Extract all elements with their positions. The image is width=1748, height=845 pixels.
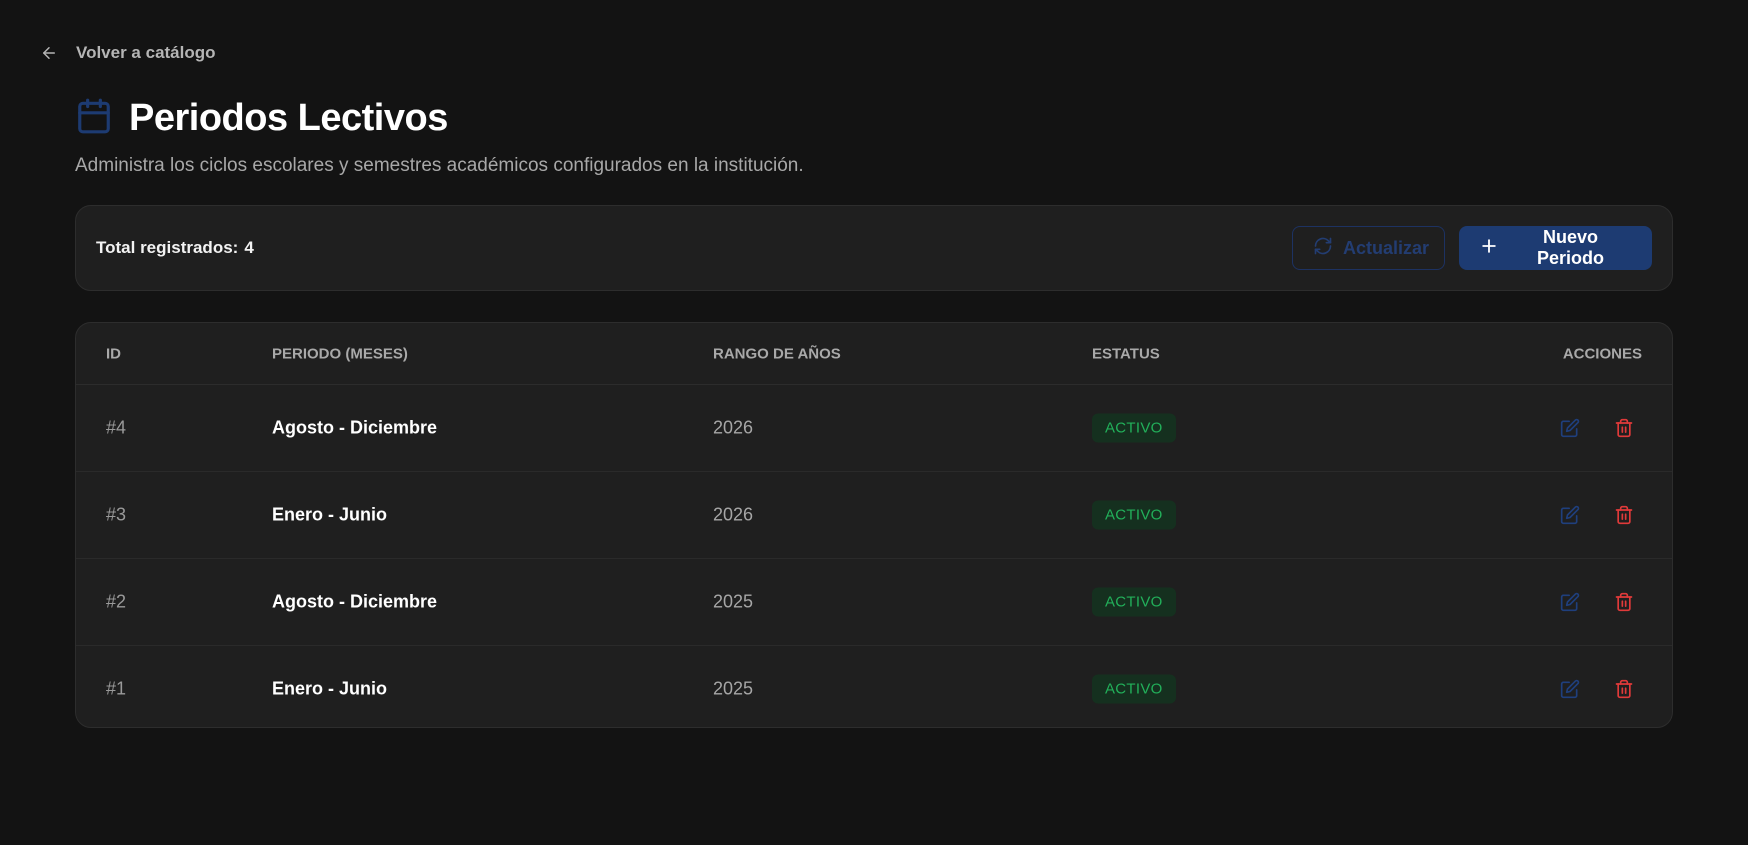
status-badge: ACTIVO — [1092, 587, 1176, 617]
refresh-icon — [1313, 236, 1333, 261]
total-label: Total registrados: — [96, 238, 239, 257]
edit-icon[interactable] — [1560, 418, 1580, 438]
column-header-status: ESTATUS — [1092, 345, 1160, 362]
periods-table: ID PERIODO (MESES) RANGO DE AÑOS ESTATUS… — [75, 322, 1673, 728]
row-range: 2025 — [713, 678, 754, 699]
trash-icon[interactable] — [1614, 505, 1634, 525]
row-period: Agosto - Diciembre — [272, 417, 438, 438]
back-to-catalog-link[interactable]: Volver a catálogo — [40, 40, 216, 66]
column-header-id: ID — [106, 345, 121, 362]
toolbar: Total registrados: 4 Actualizar Nuevo Pe… — [75, 205, 1673, 291]
row-actions — [1560, 679, 1634, 699]
plus-icon — [1479, 236, 1499, 261]
trash-icon[interactable] — [1614, 679, 1634, 699]
new-period-button[interactable]: Nuevo Periodo — [1459, 226, 1652, 270]
row-status: ACTIVO — [1092, 500, 1176, 530]
status-badge: ACTIVO — [1092, 413, 1176, 443]
row-period: Agosto - Diciembre — [272, 591, 438, 612]
total-count: Total registrados: 4 — [96, 238, 254, 258]
column-header-actions: ACCIONES — [1562, 345, 1642, 362]
page-title: Periodos Lectivos — [129, 97, 448, 139]
row-range: 2026 — [713, 417, 754, 438]
row-actions — [1560, 418, 1634, 438]
calendar-icon — [75, 96, 113, 141]
column-header-period: PERIODO (MESES) — [272, 345, 408, 362]
page-subtitle: Administra los ciclos escolares y semest… — [75, 155, 804, 176]
total-value: 4 — [244, 238, 254, 257]
row-range: 2025 — [713, 591, 754, 612]
row-id: #3 — [106, 504, 127, 525]
table-row: #2 Agosto - Diciembre 2025 ACTIVO — [76, 559, 1672, 646]
status-badge: ACTIVO — [1092, 500, 1176, 530]
title-row: Periodos Lectivos — [75, 96, 804, 141]
row-actions — [1560, 505, 1634, 525]
trash-icon[interactable] — [1614, 418, 1634, 438]
row-status: ACTIVO — [1092, 413, 1176, 443]
arrow-left-icon — [40, 44, 58, 62]
trash-icon[interactable] — [1614, 592, 1634, 612]
row-period: Enero - Junio — [272, 678, 388, 699]
toolbar-actions: Actualizar Nuevo Periodo — [1292, 226, 1652, 270]
row-actions — [1560, 592, 1634, 612]
edit-icon[interactable] — [1560, 679, 1580, 699]
row-id: #1 — [106, 678, 127, 699]
table-row: #1 Enero - Junio 2025 ACTIVO — [76, 646, 1672, 727]
new-period-button-label: Nuevo Periodo — [1536, 227, 1604, 268]
table-header: ID PERIODO (MESES) RANGO DE AÑOS ESTATUS… — [76, 323, 1672, 385]
column-header-range: RANGO DE AÑOS — [713, 345, 841, 362]
row-period: Enero - Junio — [272, 504, 388, 525]
row-status: ACTIVO — [1092, 587, 1176, 617]
refresh-button-label: Actualizar — [1343, 237, 1430, 258]
edit-icon[interactable] — [1560, 505, 1580, 525]
row-status: ACTIVO — [1092, 674, 1176, 704]
row-id: #2 — [106, 591, 127, 612]
row-id: #4 — [106, 417, 127, 438]
row-range: 2026 — [713, 504, 754, 525]
status-badge: ACTIVO — [1092, 674, 1176, 704]
back-link-label: Volver a catálogo — [76, 43, 216, 62]
refresh-button[interactable]: Actualizar — [1292, 226, 1445, 270]
edit-icon[interactable] — [1560, 592, 1580, 612]
table-row: #4 Agosto - Diciembre 2026 ACTIVO — [76, 385, 1672, 472]
page-header: Periodos Lectivos Administra los ciclos … — [75, 96, 804, 177]
table-row: #3 Enero - Junio 2026 ACTIVO — [76, 472, 1672, 559]
